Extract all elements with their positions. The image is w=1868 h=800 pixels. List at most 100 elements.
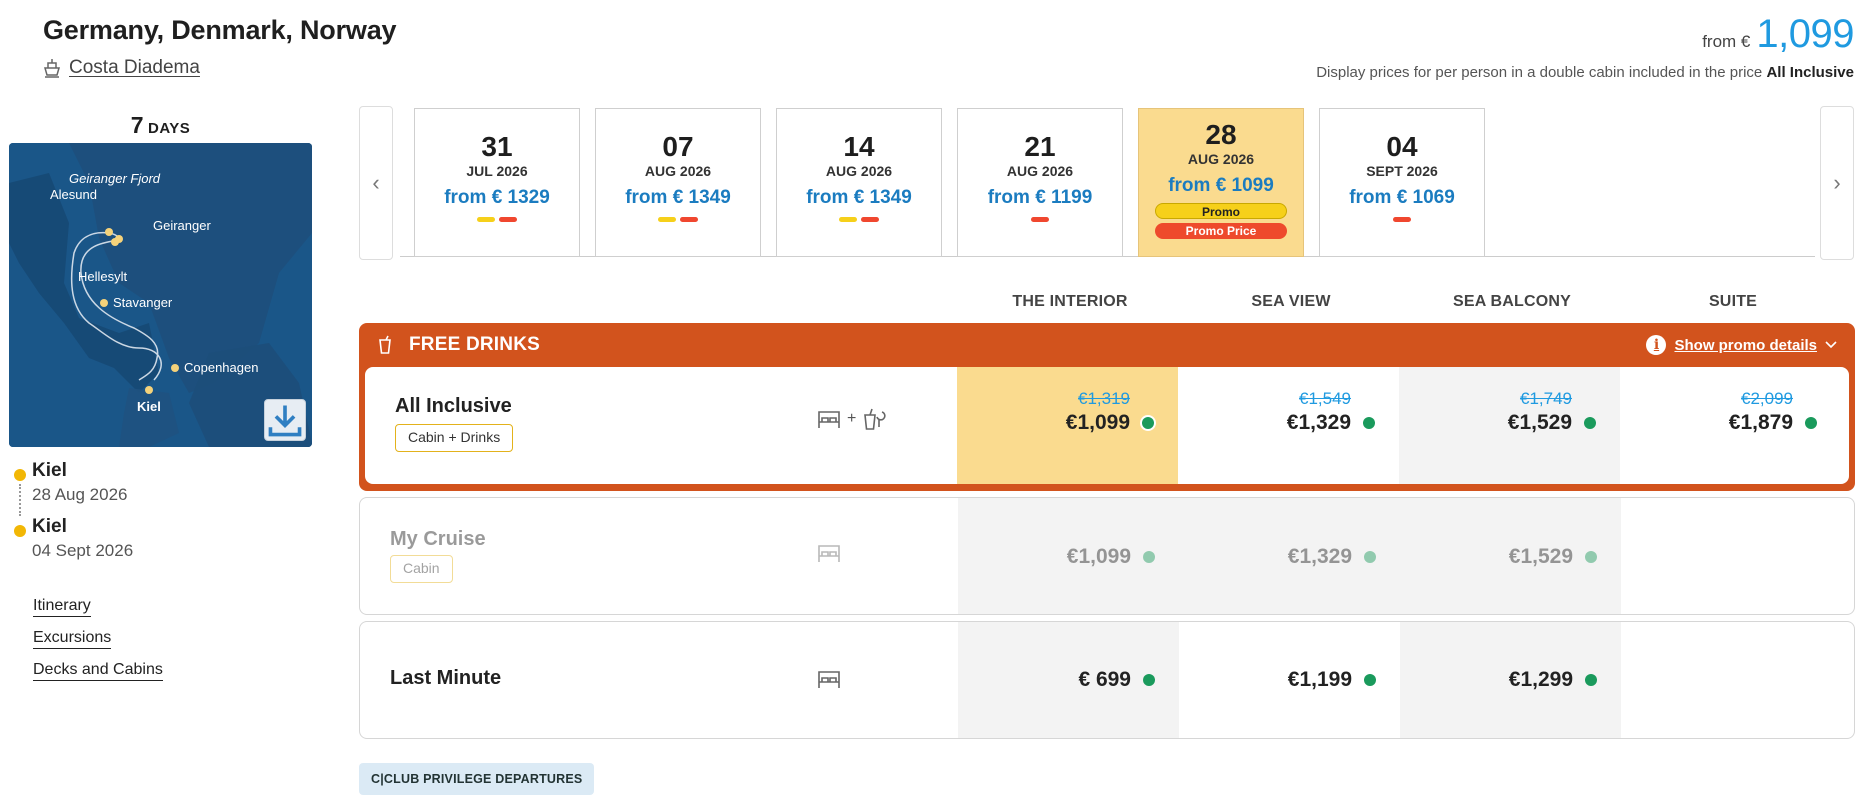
availability-dot bbox=[1584, 417, 1596, 429]
drinks-icon bbox=[864, 408, 886, 430]
map-download-button[interactable] bbox=[264, 399, 306, 441]
map-label-stavanger: Stavanger bbox=[113, 295, 173, 310]
price-from: from € 1,099 bbox=[1702, 12, 1854, 57]
current-price: €1,299 bbox=[1508, 668, 1573, 691]
promo-badge: Promo bbox=[1155, 203, 1287, 219]
chevron-right-icon: › bbox=[1833, 170, 1841, 195]
price-cell-interior[interactable]: € 699 bbox=[958, 622, 1179, 738]
fare-row-my-cruise: My Cruise Cabin €1,099 €1,329 €1,529 bbox=[359, 497, 1855, 615]
club-privilege-button[interactable]: C|CLUB PRIVILEGE DEPARTURES bbox=[359, 763, 595, 795]
price-cell-interior[interactable]: €1,319 €1,099 bbox=[957, 367, 1178, 484]
fare-name: Last Minute bbox=[390, 667, 502, 689]
current-price: €1,099 bbox=[1066, 545, 1131, 568]
bed-icon bbox=[818, 671, 840, 688]
promo-title: FREE DRINKS bbox=[409, 334, 540, 355]
carousel-next-button[interactable]: › bbox=[1820, 106, 1854, 260]
price-cell-sea-view[interactable]: €1,329 bbox=[1179, 498, 1400, 614]
fare-tag: Cabin + Drinks bbox=[395, 424, 514, 452]
link-decks-and-cabins[interactable]: Decks and Cabins bbox=[33, 661, 163, 681]
date-marks bbox=[958, 217, 1122, 222]
date-month: AUG 2026 bbox=[644, 163, 712, 179]
ship-icon bbox=[44, 59, 60, 78]
ship-link[interactable]: Costa Diadema bbox=[43, 57, 200, 79]
price-cell-sea-balcony[interactable]: €1,529 bbox=[1400, 498, 1621, 614]
date-card[interactable]: 31 JUL 2026 from € 1329 bbox=[414, 108, 580, 257]
availability-dot bbox=[1364, 674, 1376, 686]
route-summary: Kiel 28 Aug 2026 Kiel 04 Sept 2026 bbox=[14, 460, 314, 572]
ship-name[interactable]: Costa Diadema bbox=[69, 57, 200, 79]
date-month: AUG 2026 bbox=[1006, 163, 1074, 179]
map-label-copenhagen: Copenhagen bbox=[184, 360, 259, 375]
price-from-amount: 1,099 bbox=[1756, 12, 1854, 56]
date-price: from € 1099 bbox=[1168, 175, 1274, 196]
date-price: from € 1349 bbox=[625, 187, 731, 208]
availability-dot bbox=[1364, 551, 1376, 563]
link-excursions[interactable]: Excursions bbox=[33, 629, 112, 649]
current-price: €1,529 bbox=[1507, 411, 1572, 434]
fare-icons: + bbox=[817, 407, 886, 431]
promo-price-mark bbox=[861, 217, 879, 222]
itinerary-map[interactable]: Geiranger Fjord Alesund Geiranger Helles… bbox=[9, 143, 312, 447]
current-price: €1,529 bbox=[1508, 545, 1573, 568]
date-card[interactable]: 04 SEPT 2026 from € 1069 bbox=[1319, 108, 1485, 257]
date-card[interactable]: 07 AUG 2026 from € 1349 bbox=[595, 108, 761, 257]
promo-price-mark bbox=[1393, 217, 1411, 222]
chevron-down-icon bbox=[1825, 341, 1837, 349]
price-cell-suite[interactable]: €2,099 €1,879 bbox=[1620, 367, 1841, 484]
availability-dot bbox=[1142, 417, 1154, 429]
promo-header: FREE DRINKS i Show promo details bbox=[359, 323, 1855, 367]
days-number: 7 bbox=[130, 112, 144, 138]
availability-dot bbox=[1805, 417, 1817, 429]
promo-price-mark bbox=[499, 217, 517, 222]
date-day: 31 bbox=[481, 131, 513, 162]
arrival-port: Kiel bbox=[32, 516, 67, 537]
info-icon: i bbox=[1646, 335, 1667, 355]
date-day: 04 bbox=[1386, 131, 1418, 162]
chevron-left-icon: ‹ bbox=[372, 170, 380, 195]
promo-mark bbox=[477, 217, 495, 222]
arrival-dot bbox=[14, 525, 26, 537]
current-price: €1,329 bbox=[1286, 411, 1351, 434]
map-label-kiel: Kiel bbox=[137, 399, 161, 414]
fare-row-last-minute: Last Minute € 699 €1,199 €1,299 bbox=[359, 621, 1855, 739]
old-price: €1,549 bbox=[1299, 389, 1351, 408]
date-day: 14 bbox=[843, 131, 875, 162]
column-sea-balcony: SEA BALCONY bbox=[1452, 293, 1572, 310]
old-price: €1,749 bbox=[1520, 389, 1572, 408]
date-price: from € 1199 bbox=[987, 187, 1093, 208]
carousel-prev-button[interactable]: ‹ bbox=[359, 106, 393, 260]
show-promo-details-label: Show promo details bbox=[1674, 336, 1817, 354]
fare-icons bbox=[817, 542, 841, 564]
link-itinerary[interactable]: Itinerary bbox=[33, 597, 91, 617]
price-cell-sea-balcony[interactable]: €1,299 bbox=[1400, 622, 1621, 738]
date-marks bbox=[415, 217, 579, 222]
price-cell-sea-balcony[interactable]: €1,749 €1,529 bbox=[1399, 367, 1620, 484]
date-card[interactable]: 14 AUG 2026 from € 1349 bbox=[776, 108, 942, 257]
map-label-alesund: Alesund bbox=[50, 187, 97, 202]
availability-dot bbox=[1143, 551, 1155, 563]
price-cell-sea-view[interactable]: €1,199 bbox=[1179, 622, 1400, 738]
fare-tag: Cabin bbox=[390, 555, 453, 583]
date-month: SEPT 2026 bbox=[1366, 163, 1438, 179]
fare-row-all-inclusive: All Inclusive Cabin + Drinks + €1,319 €1… bbox=[365, 367, 1849, 484]
date-marks bbox=[596, 217, 760, 222]
price-cell-sea-view[interactable]: €1,549 €1,329 bbox=[1178, 367, 1399, 484]
date-card-selected[interactable]: 28 AUG 2026 from € 1099 Promo Promo Pric… bbox=[1138, 108, 1304, 257]
departure-dot bbox=[14, 469, 26, 481]
current-price: €1,099 bbox=[1065, 411, 1130, 434]
price-cell-interior[interactable]: €1,099 bbox=[958, 498, 1179, 614]
plus-sign: + bbox=[847, 410, 857, 427]
map-label-geiranger-fjord: Geiranger Fjord bbox=[69, 171, 161, 186]
departure-date: 28 Aug 2026 bbox=[32, 485, 128, 504]
trip-duration: 7 DAYS bbox=[9, 112, 312, 139]
date-day: 28 bbox=[1205, 119, 1237, 150]
arrival-stop: Kiel 04 Sept 2026 bbox=[14, 516, 314, 572]
show-promo-details-button[interactable]: i Show promo details bbox=[1646, 335, 1837, 355]
date-card[interactable]: 21 AUG 2026 from € 1199 bbox=[957, 108, 1123, 257]
promo-price-mark bbox=[680, 217, 698, 222]
page-title: Germany, Denmark, Norway bbox=[43, 15, 397, 45]
price-from-label: from € bbox=[1702, 32, 1751, 51]
current-price: € 699 bbox=[1078, 668, 1131, 691]
fare-icons bbox=[817, 668, 841, 690]
date-month: JUL 2026 bbox=[466, 163, 528, 179]
